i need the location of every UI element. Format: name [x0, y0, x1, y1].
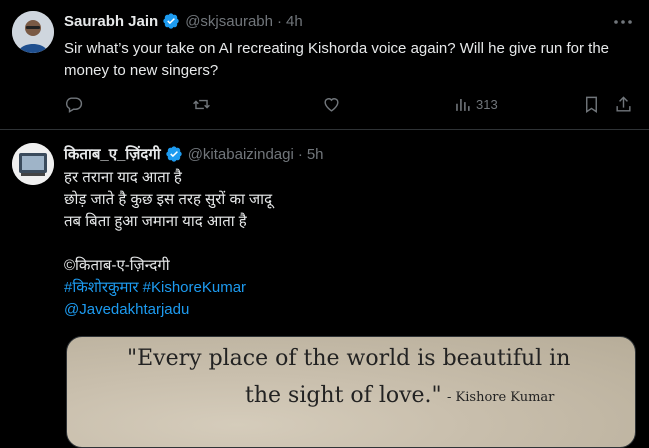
avatar[interactable]: [12, 11, 54, 53]
share-button[interactable]: [614, 92, 633, 116]
mention-link[interactable]: @Javedakhtarjadu: [64, 299, 624, 321]
repost-button[interactable]: [192, 92, 211, 116]
more-options-icon[interactable]: [611, 12, 635, 32]
timestamp[interactable]: 5h: [307, 146, 324, 163]
text-line: हर तराना याद आता है: [64, 169, 182, 186]
tweet-text: Sir what’s your take on AI recreating Ki…: [64, 40, 614, 79]
heart-icon: [324, 97, 339, 112]
tweet-saurabh-jain[interactable]: Saurabh Jain @skjsaurabh · 4h Sir what’s…: [0, 0, 649, 130]
separator-dot: ·: [276, 12, 282, 30]
separator-dot: ·: [297, 145, 303, 163]
verified-badge-icon: [162, 12, 180, 30]
image-quote-line-2: the sight of love.": [245, 383, 442, 408]
text-line: तब बिता हुआ जमाना याद आता है: [64, 213, 247, 230]
like-button[interactable]: [322, 92, 341, 116]
image-attribution: - Kishore Kumar: [447, 390, 555, 405]
views-button[interactable]: 313: [453, 92, 498, 116]
repost-icon: [193, 99, 210, 109]
image-quote-line-1: "Every place of the world is beautiful i…: [127, 346, 571, 371]
views-count: 313: [476, 96, 498, 112]
analytics-icon: [456, 98, 470, 111]
tweet-header: Saurabh Jain @skjsaurabh · 4h: [64, 12, 303, 30]
text-line: [64, 233, 624, 255]
tweet-actions: 313: [64, 92, 636, 116]
reply-icon: [65, 96, 83, 113]
tweet-image[interactable]: "Every place of the world is beautiful i…: [66, 336, 636, 448]
author-handle[interactable]: @skjsaurabh: [185, 13, 273, 30]
text-line: ©किताब-ए-ज़िन्दगी: [64, 257, 170, 274]
tweet-kitabaizindagi[interactable]: किताब_ए_ज़िंदगी @kitabaizindagi · 5h हर …: [0, 130, 649, 448]
avatar[interactable]: [12, 143, 54, 185]
author-name[interactable]: किताब_ए_ज़िंदगी: [64, 144, 161, 164]
bookmark-icon: [586, 96, 597, 113]
text-line: छोड़ जाते है कुछ इस तरह सुरों का जादू: [64, 191, 273, 208]
author-handle[interactable]: @kitabaizindagi: [188, 146, 294, 163]
hashtags[interactable]: #किशोरकुमार #KishoreKumar: [64, 277, 624, 299]
author-name[interactable]: Saurabh Jain: [64, 13, 158, 30]
verified-badge-icon: [165, 145, 183, 163]
share-icon: [616, 95, 631, 112]
reply-button[interactable]: [64, 92, 83, 116]
tweet-text: हर तराना याद आता है छोड़ जाते है कुछ इस त…: [64, 167, 624, 321]
bookmark-button[interactable]: [582, 92, 601, 116]
tweet-header: किताब_ए_ज़िंदगी @kitabaizindagi · 5h: [64, 144, 324, 164]
timestamp[interactable]: 4h: [286, 13, 303, 30]
